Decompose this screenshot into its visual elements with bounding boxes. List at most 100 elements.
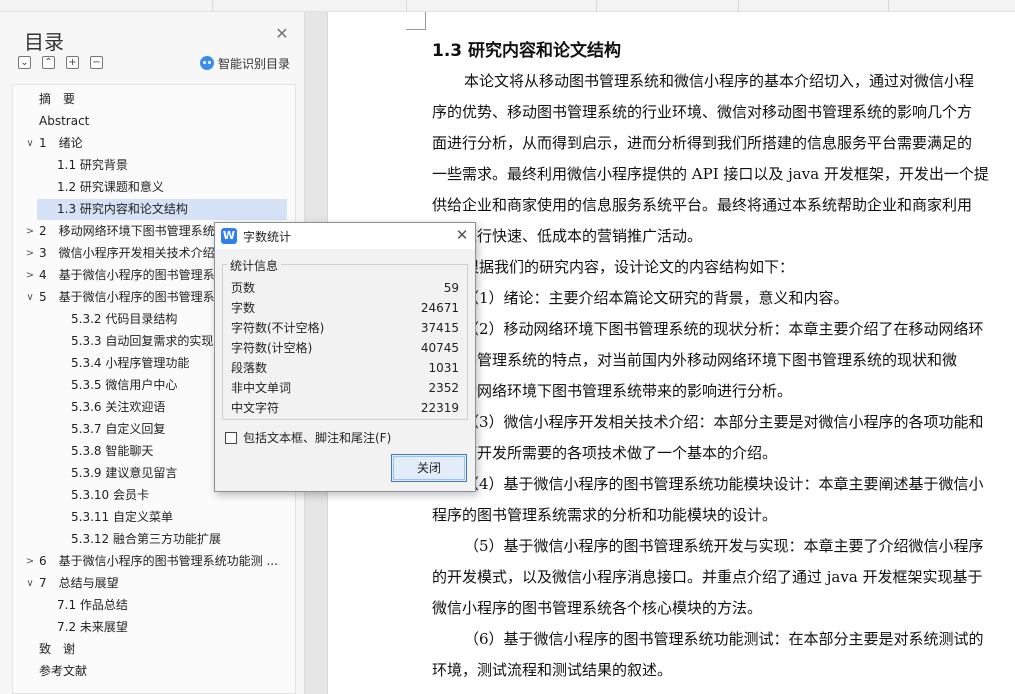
stat-label: 字数 <box>231 301 256 315</box>
toolbar-divider <box>888 0 889 12</box>
add-heading-button[interactable]: + <box>66 56 79 69</box>
toc-item[interactable]: ∨ 7 总结与展望 <box>13 573 295 594</box>
toc-item[interactable]: 7.2 未来展望 <box>13 617 295 638</box>
toolbar-divider <box>596 0 597 12</box>
toolbar-divider <box>212 0 213 12</box>
chevron-right-icon[interactable]: > <box>25 265 35 286</box>
dialog-title: 字数统计 <box>243 230 292 244</box>
toc-item-label: 5.3.9 建议意见留言 <box>71 466 178 480</box>
stat-value: 22319 <box>420 401 459 415</box>
toc-item-label: 7 总结与展望 <box>39 576 119 590</box>
paragraph-line: 信移动网络环境下图书管理系统带来的影响进行分析。 <box>432 382 793 400</box>
toc-item[interactable]: Abstract <box>13 111 295 132</box>
toc-item-label: 1.2 研究课题和意义 <box>57 180 164 194</box>
toc-item-label: 5.3.4 小程序管理功能 <box>71 356 190 370</box>
paragraph-line: 微信小程序的图书管理系统各个核心模块的方法。 <box>432 599 763 617</box>
stat-label: 中文字符 <box>231 401 280 415</box>
chevron-down-icon[interactable]: ∨ <box>25 133 35 154</box>
toc-item-label: 5 基于微信小程序的图书管理系 <box>39 290 215 304</box>
chevron-down-icon[interactable]: ∨ <box>25 287 35 308</box>
stat-label: 字符数(计空格) <box>231 341 313 355</box>
stat-value: 1031 <box>428 361 459 375</box>
close-button[interactable]: 关闭 <box>391 454 467 482</box>
toc-item[interactable]: 致 谢 <box>13 639 295 660</box>
paragraph-line: 环境，测试流程和测试结果的叙述。 <box>432 661 673 679</box>
stat-value: 24671 <box>420 301 459 315</box>
stat-row: 字数 24671 <box>231 298 459 318</box>
close-icon[interactable]: ✕ <box>453 226 471 244</box>
paragraph-line: 境图书管理系统的特点，对当前国内外移动网络环境下图书管理系统的现状和微 <box>432 351 958 369</box>
collapse-all-button[interactable]: ⌄ <box>18 56 31 69</box>
stat-row: 中文字符 22319 <box>231 398 459 418</box>
toc-item-label: 5.3.11 自定义菜单 <box>71 510 173 524</box>
toc-item[interactable]: 1.2 研究课题和意义 <box>13 177 295 198</box>
toc-item-label: Abstract <box>39 114 90 128</box>
toc-item[interactable]: 参考文献 <box>13 661 295 682</box>
stat-row: 非中文单词 2352 <box>231 378 459 398</box>
toc-item-label: 7.2 未来展望 <box>57 620 128 634</box>
toc-item-label: 5.3.12 融合第三方功能扩展 <box>71 532 221 546</box>
paragraph-line: 根据我们的研究内容，设计论文的内容结构如下： <box>464 258 795 276</box>
toc-item-label: 1.1 研究背景 <box>57 158 128 172</box>
toolbar-divider <box>406 0 407 12</box>
toc-item-label: 5.3.8 智能聊天 <box>71 444 154 458</box>
chevron-right-icon[interactable]: > <box>25 221 35 242</box>
stat-value: 2352 <box>428 381 459 395</box>
toc-item[interactable]: 摘 要 <box>13 89 295 110</box>
stat-value: 59 <box>443 281 459 295</box>
chevron-down-icon[interactable]: ∨ <box>25 573 35 594</box>
wps-writer-icon: W <box>221 228 237 244</box>
smart-toc-label: 智能识别目录 <box>218 56 291 71</box>
toc-item-label: 2 移动网络环境下图书管理系统 <box>39 224 215 238</box>
checkbox-box[interactable] <box>225 431 237 444</box>
paragraph-line: （1）绪论：主要介绍本篇论文研究的背景，意义和内容。 <box>464 289 849 307</box>
toc-item[interactable]: 1.1 研究背景 <box>13 155 295 176</box>
toolbar-divider <box>738 0 739 12</box>
robot-icon <box>200 56 214 70</box>
stat-label: 字符数(不计空格) <box>231 321 325 335</box>
toc-item[interactable]: 5.3.11 自定义菜单 <box>13 507 295 528</box>
toc-item[interactable]: 1.3 研究内容和论文结构 <box>13 199 295 220</box>
expand-all-button[interactable]: ⌃ <box>42 56 55 69</box>
toc-item-label: 5.3.2 代码目录结构 <box>71 312 178 326</box>
stat-row: 字符数(不计空格) 37415 <box>231 318 459 338</box>
paragraph-line: （5）基于微信小程序的图书管理系统开发与实现：本章主要了介绍微信小程序 <box>464 537 984 555</box>
toc-item-label: 5.3.7 自定义回复 <box>71 422 166 436</box>
smart-toc-button[interactable]: 智能识别目录 <box>200 54 290 72</box>
paragraph-line: 的开发模式，以及微信小程序消息接口。并重点介绍了通过 java 开发框架实现基于 <box>432 568 983 586</box>
stat-label: 页数 <box>231 281 256 295</box>
paragraph-line: 本论文将从移动图书管理系统和微信小程序的基本介绍切入，通过对微信小程 <box>464 72 975 90</box>
page-corner-mark <box>406 12 426 30</box>
close-icon[interactable]: ✕ <box>274 26 290 42</box>
stat-row: 字符数(计空格) 40745 <box>231 338 459 358</box>
toc-item-label: 摘 要 <box>39 92 76 106</box>
toc-item[interactable]: >6 基于微信小程序的图书管理系统功能测 ... <box>13 551 295 572</box>
include-textbox-checkbox[interactable]: 包括文本框、脚注和尾注(F) <box>225 429 391 446</box>
stat-row: 段落数 1031 <box>231 358 459 378</box>
toc-item-label: 5.3.3 自动回复需求的实现 <box>71 334 214 348</box>
stat-row: 页数 59 <box>231 278 459 298</box>
stat-value: 37415 <box>420 321 459 335</box>
paragraph-line: 一些需求。最终利用微信小程序提供的 API 接口以及 java 开发框架，开发出… <box>432 165 989 183</box>
toc-item-label: 5.3.5 微信用户中心 <box>71 378 178 392</box>
paragraph-line: 序的优势、移动图书管理系统的行业环境、微信对移动图书管理系统的影响几个方 <box>432 103 973 121</box>
paragraph-line: （2）移动网络环境下图书管理系统的现状分析：本章主要介绍了在移动网络环 <box>464 320 984 338</box>
paragraph-line: （6）基于微信小程序的图书管理系统功能测试：在本部分主要是对系统测试的 <box>464 630 984 648</box>
toc-item[interactable]: 7.1 作品总结 <box>13 595 295 616</box>
checkbox-label: 包括文本框、脚注和尾注(F) <box>243 431 392 445</box>
remove-heading-button[interactable]: − <box>90 56 103 69</box>
toc-item[interactable]: ∨ 1 绪论 <box>13 133 295 154</box>
paragraph-line: 供给企业和商家使用的信息服务系统平台。最终将通过本系统帮助企业和商家利用 <box>432 196 973 214</box>
paragraph-line: （4）基于微信小程序的图书管理系统功能模块设计：本章主要阐述基于微信小 <box>464 475 984 493</box>
toc-item-label: 参考文献 <box>39 664 88 678</box>
toc-item-label: 1 绪论 <box>39 136 83 150</box>
chevron-right-icon[interactable]: > <box>25 551 35 572</box>
toc-item-label: 5.3.6 关注欢迎语 <box>71 400 166 414</box>
toc-item-label: 3 微信小程序开发相关技术介绍 <box>39 246 215 260</box>
chevron-right-icon[interactable]: > <box>25 243 35 264</box>
toc-item[interactable]: 5.3.12 融合第三方功能扩展 <box>13 529 295 550</box>
dialog-titlebar[interactable]: W 字数统计 ✕ <box>215 223 475 249</box>
toc-title: 目录 <box>24 30 64 54</box>
paragraph-line: 程序的图书管理系统需求的分析和功能模块的设计。 <box>432 506 778 524</box>
paragraph-line: 面进行分析，从而得到启示，进而分析得到我们所搭建的信息服务平台需要满足的 <box>432 134 973 152</box>
